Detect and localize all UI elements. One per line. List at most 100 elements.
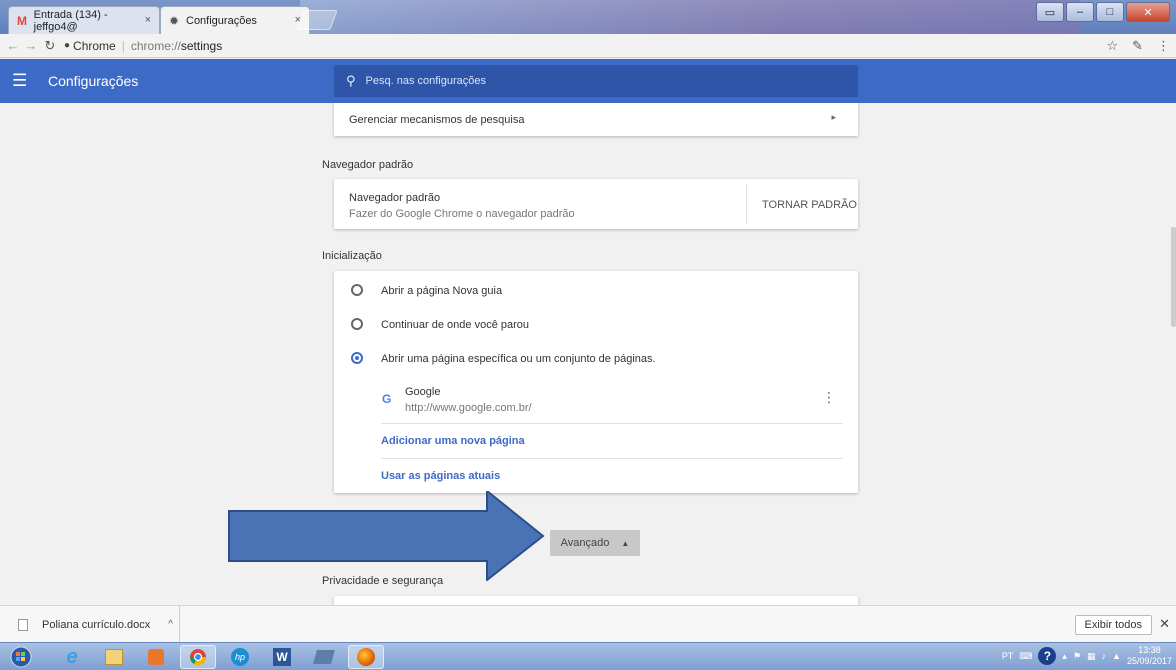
profile-button[interactable]: ▭ (1036, 2, 1064, 22)
settings-search-input[interactable]: ⚲ Pesq. nas configurações (334, 65, 858, 97)
keyboard-icon[interactable]: ⌨ (1019, 651, 1032, 662)
hp-icon[interactable]: hp (222, 645, 258, 669)
settings-content: Gerenciar mecanismos de pesquisa ▸ Naveg… (0, 103, 1176, 605)
settings-title: Configurações (48, 73, 139, 89)
new-tab-button[interactable] (296, 10, 338, 30)
search-engine-card: Gerenciar mecanismos de pesquisa ▸ (334, 103, 858, 136)
hamburger-menu-icon[interactable]: ☰ (12, 71, 27, 91)
row-divider (381, 423, 843, 424)
google-favicon-icon: G (382, 392, 392, 406)
vertical-divider (746, 185, 747, 223)
language-indicator[interactable]: PT (1002, 651, 1014, 661)
browser-tab-strip: M Entrada (134) - jeffgo4@ × ✹ Configura… (0, 0, 1176, 34)
tab-settings[interactable]: ✹ Configurações × (160, 6, 310, 34)
notes-app-icon[interactable] (306, 645, 342, 669)
gmail-icon: M (17, 13, 27, 28)
network-icon[interactable]: ▦ (1087, 651, 1096, 662)
default-browser-row-subtitle: Fazer do Google Chrome o navegador padrã… (349, 208, 575, 220)
close-download-bar-icon[interactable]: ✕ (1159, 616, 1170, 632)
tab-gmail[interactable]: M Entrada (134) - jeffgo4@ × (8, 6, 160, 34)
tab-close-icon[interactable]: × (145, 14, 151, 26)
startup-option-label: Continuar de onde você parou (381, 319, 529, 331)
default-browser-section-title: Navegador padrão (322, 159, 414, 171)
clock-date: 25/09/2017 (1126, 656, 1172, 666)
startup-page-name: Google (405, 386, 441, 398)
add-new-page-link[interactable]: Adicionar uma nova página (381, 435, 525, 447)
row-divider (381, 458, 843, 459)
use-current-pages-link[interactable]: Usar as páginas atuais (381, 470, 500, 482)
reload-icon[interactable]: ↻ (40, 38, 60, 54)
default-browser-row-title: Navegador padrão (349, 192, 441, 204)
radio-specific-pages[interactable] (351, 352, 363, 364)
document-icon (18, 618, 28, 631)
file-explorer-icon[interactable] (96, 645, 132, 669)
windows-taskbar: e hp W PT ⌨ ? ▴ ⚑ ▦ ♪ ▲ 13:38 25/09/2017 (0, 642, 1176, 670)
forward-icon[interactable]: → (22, 38, 40, 53)
search-placeholder: Pesq. nas configurações (365, 75, 486, 87)
show-hidden-icons-icon[interactable]: ▴ (1062, 651, 1067, 662)
address-bar[interactable]: ● Chrome | chrome://settings (64, 39, 222, 53)
scrollbar-thumb[interactable] (1171, 227, 1176, 327)
internet-explorer-icon[interactable]: e (54, 645, 90, 669)
chevron-up-icon: ▲ (621, 538, 630, 548)
start-button[interactable] (6, 645, 36, 669)
windows-logo-icon (10, 646, 32, 668)
tab-label: Entrada (134) - jeffgo4@ (33, 8, 108, 33)
address-separator: | (121, 38, 125, 53)
system-tray: PT ⌨ ? ▴ ⚑ ▦ ♪ ▲ 13:38 25/09/2017 (1002, 645, 1172, 667)
download-item[interactable]: Poliana currículo.docx ^ (0, 606, 180, 643)
clock[interactable]: 13:38 25/09/2017 (1127, 645, 1172, 667)
volume-icon[interactable]: ♪ (1102, 651, 1107, 661)
make-default-button[interactable]: TORNAR PADRÃO (762, 199, 857, 211)
minimize-button[interactable]: – (1066, 2, 1094, 22)
annotation-arrow-icon (228, 491, 545, 581)
firefox-icon[interactable] (348, 645, 384, 669)
drive-icon[interactable]: ▲ (1112, 651, 1121, 661)
privacy-card (334, 596, 858, 605)
address-url-scheme: chrome:// (130, 38, 181, 53)
more-menu-icon[interactable]: ⋮ (1157, 38, 1170, 54)
media-player-icon[interactable] (138, 645, 174, 669)
address-chip: Chrome (73, 38, 116, 53)
window-controls: ▭ – □ ✕ (1036, 2, 1170, 22)
chrome-icon: ● (64, 40, 71, 51)
clock-time: 13:38 (1138, 645, 1161, 655)
download-bar: Poliana currículo.docx ^ Exibir todos ✕ (0, 605, 1176, 643)
chevron-right-icon[interactable]: ▸ (831, 112, 836, 123)
show-all-downloads-button[interactable]: Exibir todos (1074, 615, 1152, 635)
tab-strip-background (300, 0, 1080, 34)
address-url-path: settings (180, 38, 223, 53)
tab-label: Configurações (186, 14, 257, 27)
startup-section-title: Inicialização (322, 250, 382, 262)
browser-toolbar: ← → ↻ ● Chrome | chrome://settings ☆ ✎ ⋮ (0, 34, 1176, 58)
extension-icon[interactable]: ✎ (1132, 38, 1143, 54)
help-icon[interactable]: ? (1038, 647, 1057, 665)
chevron-up-icon[interactable]: ^ (168, 619, 173, 630)
page-more-options-icon[interactable]: ⋮ (822, 389, 836, 406)
default-browser-card: Navegador padrão Fazer do Google Chrome … (334, 179, 858, 229)
radio-continue[interactable] (351, 318, 363, 330)
advanced-button[interactable]: Avançado ▲ (550, 530, 640, 556)
maximize-button[interactable]: □ (1096, 2, 1124, 22)
download-file-name: Poliana currículo.docx (42, 618, 151, 631)
address-url: chrome://settings (131, 39, 222, 53)
manage-search-engines-link[interactable]: Gerenciar mecanismos de pesquisa (349, 114, 524, 126)
radio-new-tab[interactable] (351, 284, 363, 296)
chrome-taskbar-icon[interactable] (180, 645, 216, 669)
startup-option-label: Abrir uma página específica ou um conjun… (381, 353, 656, 365)
word-icon[interactable]: W (264, 645, 300, 669)
privacy-section-title: Privacidade e segurança (322, 575, 444, 587)
flag-icon[interactable]: ⚑ (1073, 651, 1081, 662)
back-icon[interactable]: ← (4, 38, 22, 53)
toolbar-actions: ☆ ✎ ⋮ (1106, 38, 1170, 54)
startup-page-url: http://www.google.com.br/ (405, 402, 532, 414)
page-scrollbar[interactable] (1171, 103, 1176, 605)
startup-card: Abrir a página Nova guia Continuar de on… (334, 271, 858, 493)
settings-header: ☰ Configurações ⚲ Pesq. nas configuraçõe… (0, 59, 1176, 103)
search-icon: ⚲ (346, 73, 356, 88)
gear-icon: ✹ (169, 13, 180, 28)
bookmark-star-icon[interactable]: ☆ (1106, 38, 1118, 54)
close-window-button[interactable]: ✕ (1126, 2, 1170, 22)
chrome-logo-icon (189, 649, 207, 666)
advanced-button-label: Avançado (560, 537, 610, 549)
